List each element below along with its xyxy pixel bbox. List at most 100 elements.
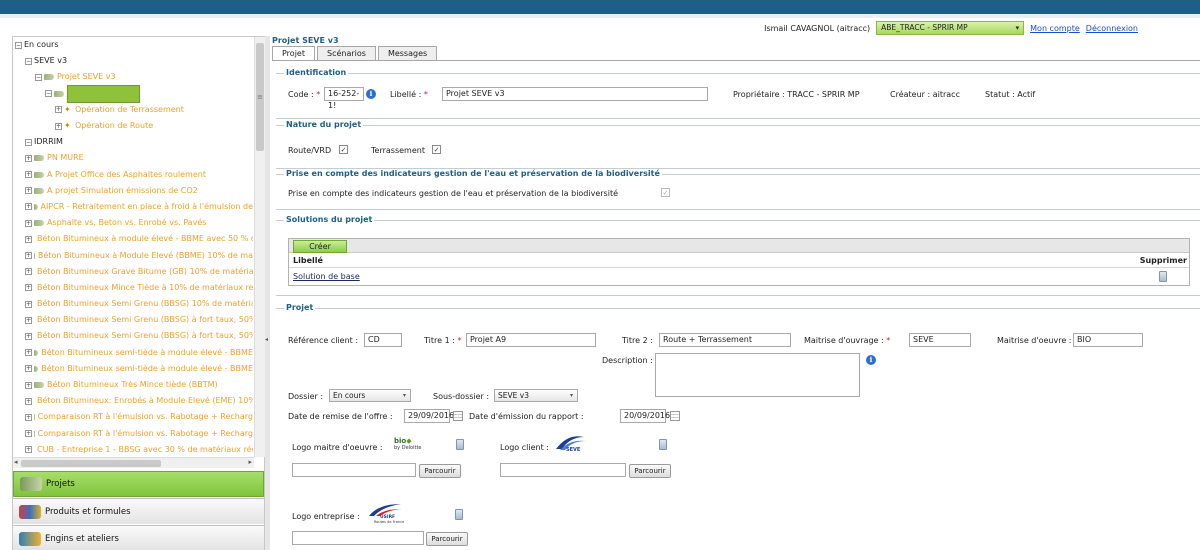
tree-item[interactable]: + AIPCR - Retraitement en place à froid à…	[13, 199, 253, 215]
tree-vertical-scrollbar[interactable]: ≡	[254, 37, 265, 457]
tree-item[interactable]: + Comparaison RT à l'émulsion vs. Rabotag…	[13, 409, 253, 425]
menu-engins[interactable]: Engins et ateliers	[13, 525, 264, 550]
expand-toggle-icon[interactable]: +	[25, 349, 32, 357]
sous-dossier-select[interactable]: SEVE v3 ▾	[494, 389, 578, 402]
expand-toggle-icon[interactable]: −	[25, 57, 32, 65]
expand-toggle-icon[interactable]: +	[25, 316, 32, 324]
delete-logo-icon[interactable]	[455, 509, 463, 520]
browse-button[interactable]: Parcourir	[629, 464, 671, 478]
logout-link[interactable]: Déconnexion	[1086, 24, 1138, 33]
tree-item[interactable]: + Béton Bitumineux Semi Grenu (BBSG) à fo…	[13, 312, 253, 328]
expand-toggle-icon[interactable]: +	[25, 252, 32, 260]
expand-toggle-icon[interactable]: +	[25, 268, 32, 276]
date-emission-input[interactable]: 20/09/2016	[620, 409, 670, 423]
tree-item[interactable]: + Béton Bitumineux à Module Elevé (BBME) …	[13, 247, 253, 263]
info-icon[interactable]: i	[866, 355, 876, 365]
expand-toggle-icon[interactable]: +	[25, 332, 32, 340]
my-account-link[interactable]: Mon compte	[1030, 24, 1080, 33]
expand-toggle-icon[interactable]: −	[35, 73, 42, 81]
delete-logo-icon[interactable]	[659, 439, 667, 450]
tree-item[interactable]: + A projet Simulation émissions de CO2	[13, 183, 253, 199]
calendar-icon[interactable]	[453, 411, 463, 421]
tree-item[interactable]: − IDRRIM	[13, 134, 253, 150]
project-title: Projet SEVE v3	[272, 36, 339, 45]
tab-messages[interactable]: Messages	[377, 46, 438, 60]
expand-toggle-icon[interactable]: +	[25, 446, 32, 454]
tree-item[interactable]: + Béton Bitumineux Semi Grenu (BBSG) à fo…	[13, 328, 253, 344]
expand-toggle-icon[interactable]: −	[25, 138, 32, 146]
date-remise-input[interactable]: 29/09/2016	[404, 409, 454, 423]
logo-client-file-input[interactable]	[500, 463, 626, 477]
expand-toggle-icon[interactable]: +	[25, 203, 32, 211]
scrollbar-thumb[interactable]	[21, 460, 161, 467]
expand-toggle-icon[interactable]: +	[25, 365, 32, 373]
tree-item[interactable]: + Béton Bitumineux Grave Bitume (GB) 10% …	[13, 264, 253, 280]
delete-icon[interactable]	[1159, 271, 1167, 282]
description-textarea[interactable]	[655, 353, 860, 397]
expand-toggle-icon[interactable]: +	[55, 122, 62, 130]
tree-item[interactable]: + ✦ Opération de Terrassement	[13, 102, 253, 118]
tree-item[interactable]: + Béton Bitumineux Semi Grenu (BBSG) 10% …	[13, 296, 253, 312]
tree-item[interactable]: + ✦ Opération de Route	[13, 118, 253, 134]
tree-item[interactable]: + Asphalte vs. Beton vs. Enrobé vs. Pavés	[13, 215, 253, 231]
expand-toggle-icon[interactable]: +	[55, 106, 62, 114]
dossier-select[interactable]: En cours ▾	[329, 389, 411, 402]
expand-toggle-icon[interactable]: +	[25, 381, 32, 389]
indicators-checkbox[interactable]: ✓	[661, 188, 670, 197]
tree-horizontal-scrollbar[interactable]: ◂ ▸	[13, 457, 254, 468]
tree-item[interactable]: − Projet SEVE v3	[13, 69, 253, 85]
tree-item[interactable]: + Béton Bitumineux Très Mince tiède (BBTM…	[13, 377, 253, 393]
terrassement-checkbox[interactable]: ✓	[432, 145, 441, 154]
menu-produits[interactable]: Produits et formules	[13, 498, 264, 524]
expand-toggle-icon[interactable]: +	[25, 219, 32, 227]
scroll-left-icon[interactable]: ◂	[14, 458, 18, 466]
route-checkbox[interactable]: ✓	[339, 145, 348, 154]
browse-button[interactable]: Parcourir	[419, 464, 461, 478]
moe-input[interactable]: BIO	[1073, 333, 1143, 347]
mo-input[interactable]: SEVE	[909, 333, 971, 347]
tree-item[interactable]: + Béton Bitumineux semi-tiède à module él…	[13, 361, 253, 377]
info-icon[interactable]: i	[366, 89, 376, 99]
scroll-right-icon[interactable]: ▸	[248, 458, 252, 466]
expand-toggle-icon[interactable]: +	[25, 154, 32, 162]
tree-item[interactable]: + Béton Bitumineux Mince Tiède à 10% de m…	[13, 280, 253, 296]
tree-item[interactable]: + Béton Bitumineux semi-tiède à module él…	[13, 345, 253, 361]
tree-item[interactable]: + Béton Bitumineux à module élevé - BBME …	[13, 231, 253, 247]
delete-logo-icon[interactable]	[456, 439, 464, 450]
expand-toggle-icon[interactable]: +	[25, 430, 32, 438]
tree-item[interactable]: + Comparaison RT à l'émulsion vs. Rabotag…	[13, 426, 253, 442]
tree-item-label: Béton Bitumineux Très Mince tiède (BBTM)	[47, 380, 218, 390]
expand-toggle-icon[interactable]: +	[25, 300, 32, 308]
libelle-input[interactable]: Projet SEVE v3	[442, 87, 708, 101]
expand-toggle-icon[interactable]: −	[45, 90, 52, 98]
role-select[interactable]: ABE_TRACC - SPRIR MP ▾	[876, 21, 1025, 35]
calendar-icon[interactable]	[670, 411, 680, 421]
code-input[interactable]: 16-252-1!	[324, 87, 364, 110]
tab-projet[interactable]: Projet	[272, 46, 315, 60]
tree-item[interactable]: − En cours	[13, 37, 253, 53]
expand-toggle-icon[interactable]: +	[25, 397, 32, 405]
expand-toggle-icon[interactable]: +	[25, 171, 32, 179]
tree-item[interactable]: − SEVE v3	[13, 53, 253, 69]
tree-item[interactable]: + Béton Bitumineux: Enrobés à Module Elev…	[13, 393, 253, 409]
logo-entreprise-file-input[interactable]	[292, 531, 424, 545]
expand-toggle-icon[interactable]: +	[25, 413, 32, 421]
menu-projets[interactable]: Projets	[13, 471, 264, 497]
titre1-input[interactable]: Projet A9	[466, 333, 596, 347]
tree-item[interactable]: + A Projet Office des Asphaltes roulement	[13, 167, 253, 183]
browse-button[interactable]: Parcourir	[426, 532, 468, 546]
expand-toggle-icon[interactable]: +	[25, 187, 32, 195]
collapse-left-icon[interactable]: ◂	[265, 336, 268, 343]
panel-splitter[interactable]: ◂	[265, 36, 270, 550]
titre2-input[interactable]: Route + Terrassement	[659, 333, 791, 347]
tab-scenarios[interactable]: Scénarios	[316, 46, 376, 60]
expand-toggle-icon[interactable]: −	[15, 41, 22, 49]
tree-item[interactable]: + PN MURE	[13, 150, 253, 166]
ref-client-input[interactable]: CD	[364, 333, 402, 347]
create-solution-button[interactable]: Créer	[293, 240, 347, 253]
tree-item[interactable]: − Solution de base	[13, 84, 253, 103]
expand-toggle-icon[interactable]: +	[25, 235, 32, 243]
logo-moe-file-input[interactable]	[292, 463, 416, 477]
solution-link[interactable]: Solution de base	[293, 270, 360, 284]
expand-toggle-icon[interactable]: +	[25, 284, 32, 292]
